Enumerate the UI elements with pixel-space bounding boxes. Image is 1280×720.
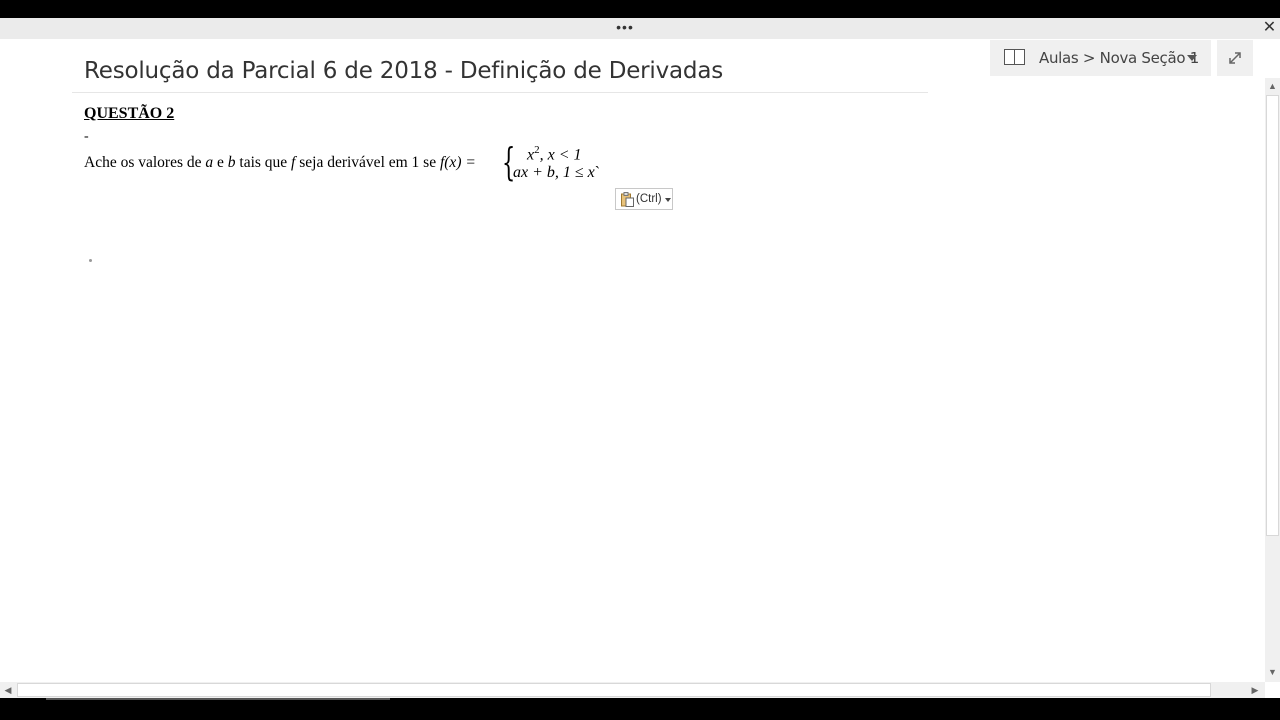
chevron-down-icon: [665, 198, 671, 202]
scroll-right-arrow-icon[interactable]: ▶: [1247, 682, 1263, 698]
variable-b: b: [227, 154, 236, 171]
case-2-expression: ax + b, 1 ≤ x: [513, 164, 595, 181]
scroll-down-arrow-icon[interactable]: ▼: [1265, 664, 1280, 681]
horizontal-scrollbar-thumb[interactable]: [17, 683, 1211, 697]
clipboard-icon: [621, 192, 634, 207]
more-options-icon[interactable]: •••: [612, 18, 638, 39]
function-label: f(x) =: [439, 154, 476, 171]
window-bottom-strip: [0, 698, 1280, 720]
scroll-up-arrow-icon[interactable]: ▲: [1265, 78, 1280, 95]
window-top-strip: [0, 0, 1280, 18]
chevron-down-icon[interactable]: [1187, 55, 1197, 61]
variable-a: a: [205, 154, 214, 171]
page-title[interactable]: Resolução da Parcial 6 de 2018 - Definiç…: [84, 58, 723, 84]
close-button[interactable]: ✕: [1259, 18, 1280, 39]
expand-icon[interactable]: [1226, 49, 1244, 67]
question-text-part: seja derivável em 1 se: [295, 154, 440, 171]
cursor-dot: [89, 259, 92, 262]
breadcrumb[interactable]: Aulas > Nova Seção 1: [1039, 49, 1199, 67]
scroll-left-arrow-icon[interactable]: ◀: [0, 682, 16, 698]
title-divider: [72, 92, 928, 93]
title-bar: [0, 18, 1280, 39]
notebook-icon[interactable]: [1004, 49, 1025, 65]
piecewise-case-1: x2, x < 1: [527, 144, 582, 164]
case-1-condition: , x < 1: [539, 146, 582, 164]
question-text-part: e: [213, 154, 228, 171]
question-title[interactable]: QUESTÃO 2: [84, 105, 174, 123]
case-2-trailing-mark: `: [594, 164, 601, 181]
dash-marker: -: [84, 129, 89, 144]
question-text[interactable]: Ache os valores de a e b tais que f seja…: [84, 154, 476, 172]
bottom-progress-line: [46, 698, 390, 700]
piecewise-case-2: ax + b, 1 ≤ x`: [513, 164, 600, 182]
paste-options-label: (Ctrl): [636, 193, 662, 205]
question-text-part: Ache os valores de: [84, 154, 206, 171]
question-text-part: tais que: [235, 154, 292, 171]
paste-options-button[interactable]: (Ctrl): [615, 188, 673, 210]
vertical-scrollbar-thumb[interactable]: [1266, 95, 1279, 536]
